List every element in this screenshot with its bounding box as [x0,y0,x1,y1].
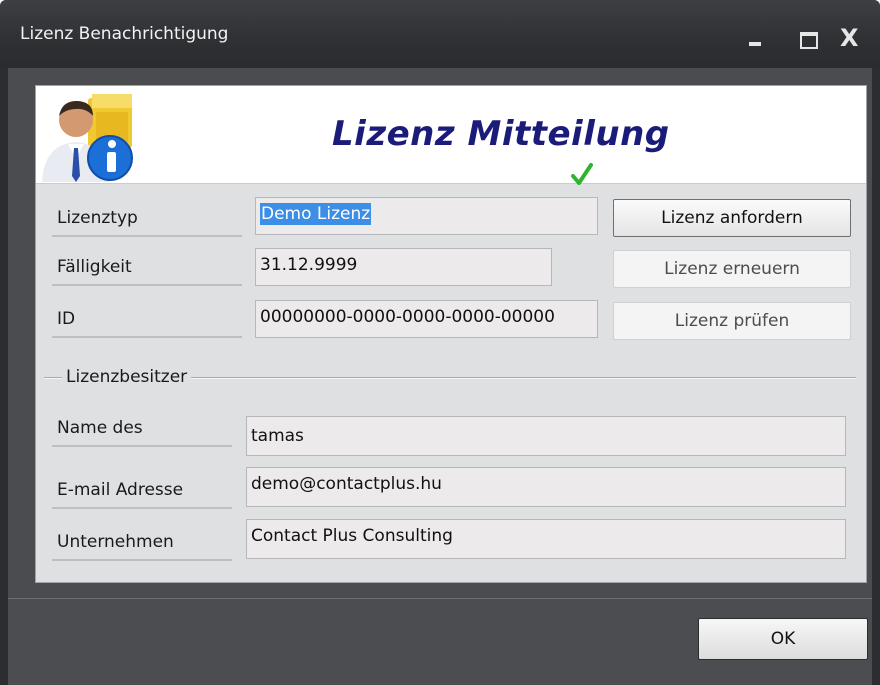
due-date-label: Fälligkeit [52,250,242,286]
maximize-icon[interactable] [796,26,822,50]
page-title: Lizenz Mitteilung [332,114,670,154]
company-field[interactable]: Contact Plus Consulting [246,519,846,559]
license-type-field[interactable]: Demo Lizenz [255,197,598,235]
ok-button[interactable]: OK [698,618,868,660]
license-type-value: Demo Lizenz [260,203,372,225]
id-field[interactable]: 00000000-0000-0000-0000-00000 [255,300,598,338]
owner-group-label: Lizenzbesitzer [62,367,192,387]
minimize-icon[interactable] [744,26,770,50]
checkmark-icon [571,163,593,185]
email-label: E-mail Adresse [52,473,232,509]
request-license-button[interactable]: Lizenz anfordern [613,199,851,237]
check-license-button[interactable]: Lizenz prüfen [613,302,851,340]
header-banner: Lizenz Mitteilung [36,86,866,184]
company-label: Unternehmen [52,525,232,561]
dialog-content: Lizenz Mitteilung Lizenztyp Demo Lizenz … [35,85,867,583]
user-info-icon [42,94,133,182]
id-label: ID [52,302,242,338]
due-date-field[interactable]: 31.12.9999 [255,248,552,286]
email-field[interactable]: demo@contactplus.hu [246,467,846,507]
title-bar[interactable]: Lizenz Benachrichtigung X [0,0,880,68]
owner-name-field[interactable]: tamas [246,416,846,456]
license-notification-window: Lizenz Benachrichtigung X Lizenz Mitteil… [0,0,880,685]
close-icon[interactable]: X [840,26,866,50]
owner-name-label: Name des [52,411,232,447]
license-type-label: Lizenztyp [52,201,242,237]
renew-license-button[interactable]: Lizenz erneuern [613,250,851,288]
dialog-client: Lizenz Mitteilung Lizenztyp Demo Lizenz … [8,68,872,685]
window-title: Lizenz Benachrichtigung [20,24,229,44]
